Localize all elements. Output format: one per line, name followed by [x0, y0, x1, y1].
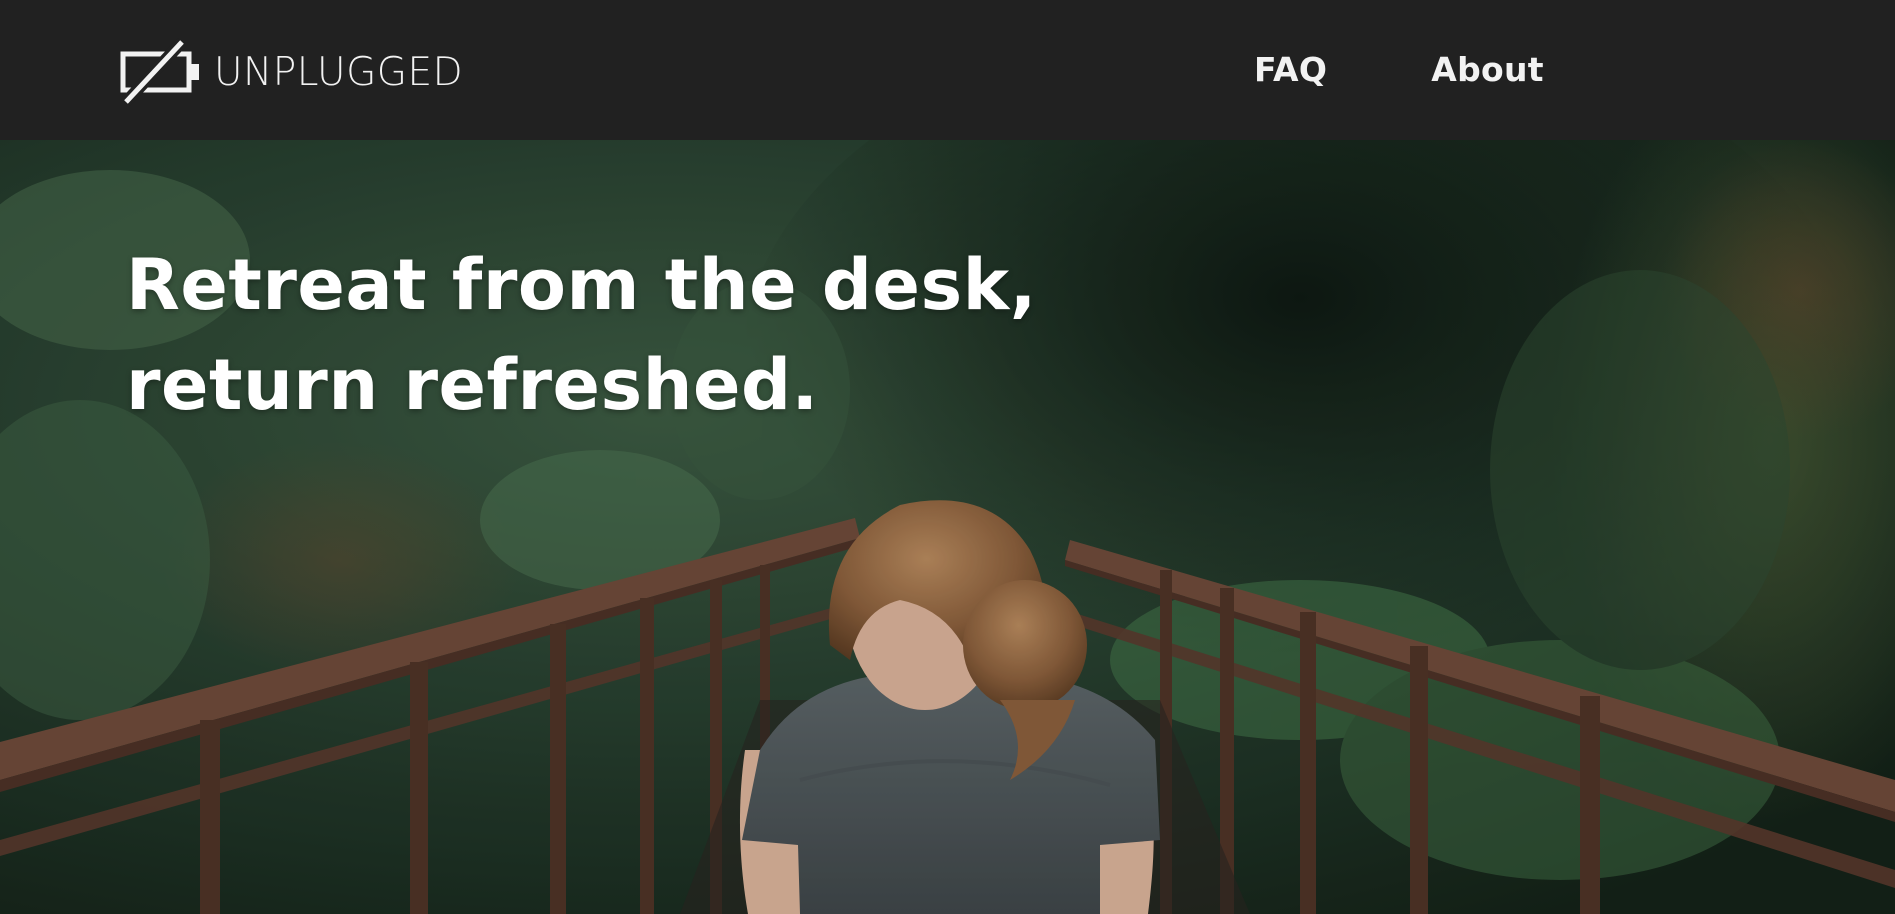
nav-link-faq[interactable]: FAQ	[1254, 50, 1327, 89]
nav-link-about[interactable]: About	[1431, 50, 1544, 89]
battery-off-icon	[120, 38, 199, 106]
main-nav: FAQ About	[1254, 50, 1544, 89]
brand-name: UNPLUGGED	[214, 49, 464, 95]
hero-headline-line-1: Retreat from the desk,	[126, 244, 1037, 326]
brand-logo-link[interactable]: UNPLUGGED	[120, 38, 463, 106]
hero-headline: Retreat from the desk, return refreshed.	[126, 235, 1037, 435]
hero-headline-line-2: return refreshed.	[126, 344, 819, 426]
navbar: UNPLUGGED FAQ About	[0, 0, 1895, 140]
hero-section: Retreat from the desk, return refreshed.	[0, 140, 1895, 914]
